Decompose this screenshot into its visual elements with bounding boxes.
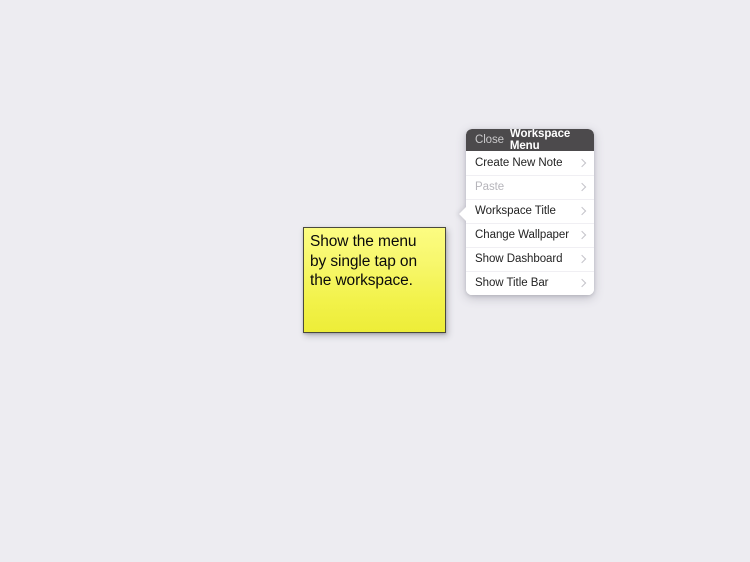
- menu-item-workspace-title[interactable]: Workspace Title: [466, 199, 594, 223]
- workspace-menu-header: Close Workspace Menu: [466, 129, 594, 152]
- chevron-right-icon: [578, 279, 586, 287]
- menu-item-show-title-bar[interactable]: Show Title Bar: [466, 271, 594, 295]
- chevron-right-icon: [578, 207, 586, 215]
- menu-item-paste: Paste: [466, 175, 594, 199]
- menu-item-label: Workspace Title: [475, 205, 556, 217]
- menu-item-label: Paste: [475, 181, 505, 193]
- menu-item-label: Change Wallpaper: [475, 229, 570, 241]
- menu-item-label: Show Title Bar: [475, 277, 549, 289]
- workspace-menu-title: Workspace Menu: [509, 129, 571, 152]
- close-button[interactable]: Close: [475, 134, 504, 146]
- chevron-right-icon: [578, 255, 586, 263]
- chevron-right-icon: [578, 159, 586, 167]
- menu-item-change-wallpaper[interactable]: Change Wallpaper: [466, 223, 594, 247]
- menu-item-label: Show Dashboard: [475, 253, 563, 265]
- chevron-right-icon: [578, 231, 586, 239]
- menu-item-create-new-note[interactable]: Create New Note: [466, 151, 594, 175]
- workspace-menu-popover: Close Workspace Menu Create New Note Pas…: [459, 129, 594, 295]
- menu-item-show-dashboard[interactable]: Show Dashboard: [466, 247, 594, 271]
- workspace-menu-panel: Close Workspace Menu Create New Note Pas…: [466, 129, 594, 295]
- menu-item-label: Create New Note: [475, 157, 563, 169]
- sticky-note[interactable]: Show the menu by single tap on the works…: [303, 227, 446, 333]
- sticky-note-text: Show the menu by single tap on the works…: [310, 233, 417, 289]
- workspace-canvas[interactable]: Show the menu by single tap on the works…: [0, 0, 750, 562]
- chevron-right-icon: [578, 183, 586, 191]
